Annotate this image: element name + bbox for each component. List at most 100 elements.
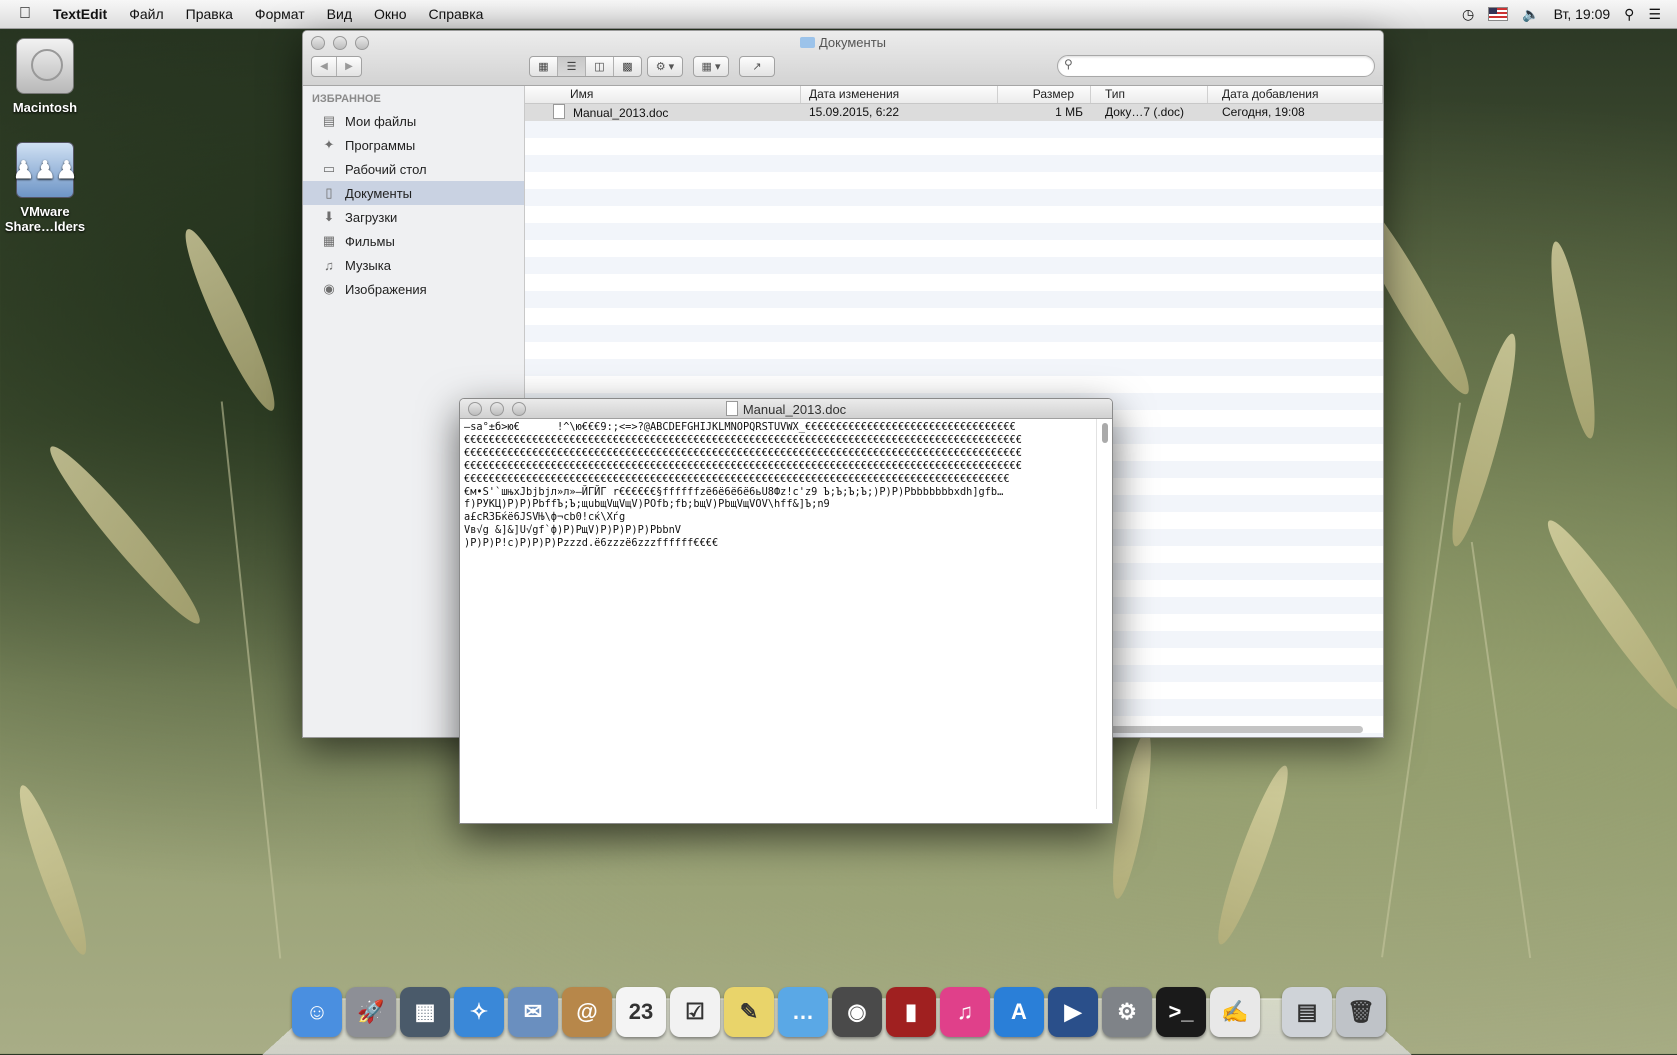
textedit-window: Manual_2013.doc —ѕа°±б>ю€ !^\ю€€€9:;<=>?… [459, 398, 1113, 824]
icon-view-button[interactable]: ▦ [530, 57, 557, 76]
desktop-icon: ▭ [322, 161, 336, 176]
apple-menu-icon[interactable]:  [8, 5, 42, 23]
file-row[interactable]: Manual_2013.doc 15.09.2015, 6:22 1 МБ До… [525, 104, 1383, 121]
horizontal-scrollbar[interactable] [1103, 726, 1363, 733]
cover-flow-button[interactable]: ▩ [613, 57, 641, 76]
spotlight-icon[interactable]: ⚲ [1624, 6, 1634, 23]
dock: ☺ 🚀 ▦ ✧ ✉ @23 ☑ ✎… ◉ ▮ ♫ A ▶ ⚙ >_ ✍ ▤ 🗑 [292, 987, 1386, 1037]
music-icon: ♫ [324, 257, 334, 273]
text-line: Vв√g &]&]U√gf`ф)P)PщV)P)P)P)P)PbbnV [464, 524, 681, 537]
menu-help[interactable]: Справка [418, 6, 495, 22]
nav-buttons: ◀ ▶ [311, 56, 362, 77]
menu-edit[interactable]: Правка [175, 6, 244, 22]
file-size: 1 МБ [1055, 105, 1083, 119]
sidebar-item-label: Мои файлы [345, 113, 417, 129]
finder-titlebar[interactable]: Документы ◀ ▶ ▦ ☰ ◫ ▩ ⚙ ▾ ▦ ▾ ↗ ⚲ [303, 31, 1383, 86]
column-size[interactable]: Размер [998, 86, 1091, 103]
launchpad-icon[interactable]: 🚀 [346, 987, 396, 1037]
document-icon [553, 104, 565, 119]
sidebar-item-applications[interactable]: ✦ Программы [303, 133, 524, 157]
document-text-area[interactable]: —ѕа°±б>ю€ !^\ю€€€9:;<=>?@ABCDEFGHIJKLMNO… [460, 419, 1097, 809]
documents-stack-icon[interactable]: ▤ [1282, 987, 1332, 1037]
sidebar-item-downloads[interactable]: ⬇ Загрузки [303, 205, 524, 229]
arrange-button[interactable]: ▦ ▾ [693, 56, 729, 77]
system-preferences-icon[interactable]: ⚙ [1102, 987, 1152, 1037]
clock[interactable]: Вт, 19:09 [1554, 6, 1611, 22]
movies-icon: ▦ [322, 233, 336, 248]
text-line: €€€€€€€€€€€€€€€€€€€€€€€€€€€€€€€€€€€€€€€€… [464, 446, 1022, 459]
photo-booth-icon[interactable]: ▮ [886, 987, 936, 1037]
facetime-icon[interactable]: ◉ [832, 987, 882, 1037]
window-title: Документы [303, 35, 1383, 50]
sidebar-item-label: Музыка [345, 257, 391, 273]
us-flag-icon[interactable] [1488, 7, 1509, 21]
quicktime-icon[interactable]: ▶ [1048, 987, 1098, 1037]
text-line: a£cR3Бќё6JSVЊ\ф¬cb0!cќ\Xѓg [464, 511, 626, 524]
volume-icon[interactable]: 🔈 [1522, 6, 1539, 23]
share-button[interactable]: ↗ [739, 56, 775, 77]
menu-bar:  TextEdit Файл Правка Формат Вид Окно С… [0, 0, 1677, 29]
mail-icon[interactable]: ✉ [508, 987, 558, 1037]
file-added: Сегодня, 19:08 [1222, 105, 1305, 119]
mission-control-icon[interactable]: ▦ [400, 987, 450, 1037]
itunes-icon[interactable]: ♫ [940, 987, 990, 1037]
menu-format[interactable]: Формат [244, 6, 316, 22]
column-name[interactable]: Имя [525, 86, 801, 103]
desktop-icon-label: Macintosh [12, 100, 78, 115]
menu-file[interactable]: Файл [118, 6, 174, 22]
forward-button[interactable]: ▶ [336, 57, 361, 76]
menu-app-textedit[interactable]: TextEdit [42, 6, 118, 22]
column-kind[interactable]: Тип [1091, 86, 1208, 103]
applications-icon: ✦ [323, 137, 335, 152]
sidebar-item-pictures[interactable]: ◉ Изображения [303, 277, 524, 301]
finder-icon[interactable]: ☺ [292, 987, 342, 1037]
desktop-icon-label: VMware Share…lders [4, 204, 86, 234]
time-machine-icon[interactable]: ◷ [1462, 6, 1474, 23]
sidebar-item-label: Рабочий стол [345, 161, 427, 177]
menu-window[interactable]: Окно [363, 6, 418, 22]
pictures-icon: ◉ [323, 281, 335, 296]
text-line: —ѕа°±б>ю€ !^\ю€€€9:;<=>?@ABCDEFGHIJKLMNO… [464, 421, 1016, 433]
column-date-modified[interactable]: Дата изменения [801, 86, 998, 103]
messages-icon[interactable]: … [778, 987, 828, 1037]
safari-icon[interactable]: ✧ [454, 987, 504, 1037]
menu-view[interactable]: Вид [316, 6, 363, 22]
notes-icon[interactable]: ✎ [724, 987, 774, 1037]
documents-icon: ▯ [325, 185, 333, 200]
terminal-icon[interactable]: >_ [1156, 987, 1206, 1037]
vertical-scrollbar[interactable] [1096, 419, 1112, 809]
hard-drive-icon [16, 38, 74, 94]
desktop-icon-macintosh[interactable]: Macintosh [0, 38, 90, 115]
list-view-button[interactable]: ☰ [557, 57, 585, 76]
sidebar-heading: ИЗБРАННОЕ [312, 93, 381, 105]
file-kind: Доку…7 (.doc) [1105, 105, 1185, 119]
text-line: €м•S'`шњxJbjbjл»л»—ЙГЙГ r€€€€€€§ffffffzё… [464, 485, 1004, 498]
column-date-added[interactable]: Дата добавления [1208, 86, 1383, 103]
action-gear-button[interactable]: ⚙ ▾ [647, 56, 683, 77]
sidebar-item-desktop[interactable]: ▭ Рабочий стол [303, 157, 524, 181]
search-field[interactable]: ⚲ [1057, 55, 1375, 77]
list-icon[interactable]: ☰ [1648, 6, 1661, 23]
app-store-icon[interactable]: A [994, 987, 1044, 1037]
desktop-icon-vmware-shared[interactable]: ♟♟♟ VMware Share…lders [0, 142, 90, 234]
sidebar-item-label: Документы [345, 185, 413, 201]
sidebar-item-music[interactable]: ♫ Музыка [303, 253, 524, 277]
file-modified: 15.09.2015, 6:22 [809, 105, 900, 119]
sidebar-item-label: Изображения [345, 281, 427, 297]
view-mode-buttons: ▦ ☰ ◫ ▩ [529, 56, 642, 77]
contacts-icon[interactable]: @ [562, 987, 612, 1037]
sidebar-item-movies[interactable]: ▦ Фильмы [303, 229, 524, 253]
textedit-icon[interactable]: ✍ [1210, 987, 1260, 1037]
text-line: f)PУКЦ)P)P)PbffЪ;Ъ;щubщVщVщV)POfb;fb;bщV… [464, 498, 830, 511]
textedit-titlebar[interactable]: Manual_2013.doc [460, 399, 1112, 419]
calendar-icon[interactable]: 23 [616, 987, 666, 1037]
sidebar-item-label: Фильмы [345, 233, 395, 249]
sidebar-item-documents[interactable]: ▯ Документы [303, 181, 524, 205]
sidebar-item-all-files[interactable]: ▤ Мои файлы [303, 109, 524, 133]
reminders-icon[interactable]: ☑ [670, 987, 720, 1037]
trash-icon[interactable]: 🗑 [1336, 987, 1386, 1037]
column-view-button[interactable]: ◫ [585, 57, 613, 76]
sidebar-item-label: Программы [345, 137, 416, 153]
document-icon [725, 401, 738, 416]
back-button[interactable]: ◀ [312, 57, 336, 76]
